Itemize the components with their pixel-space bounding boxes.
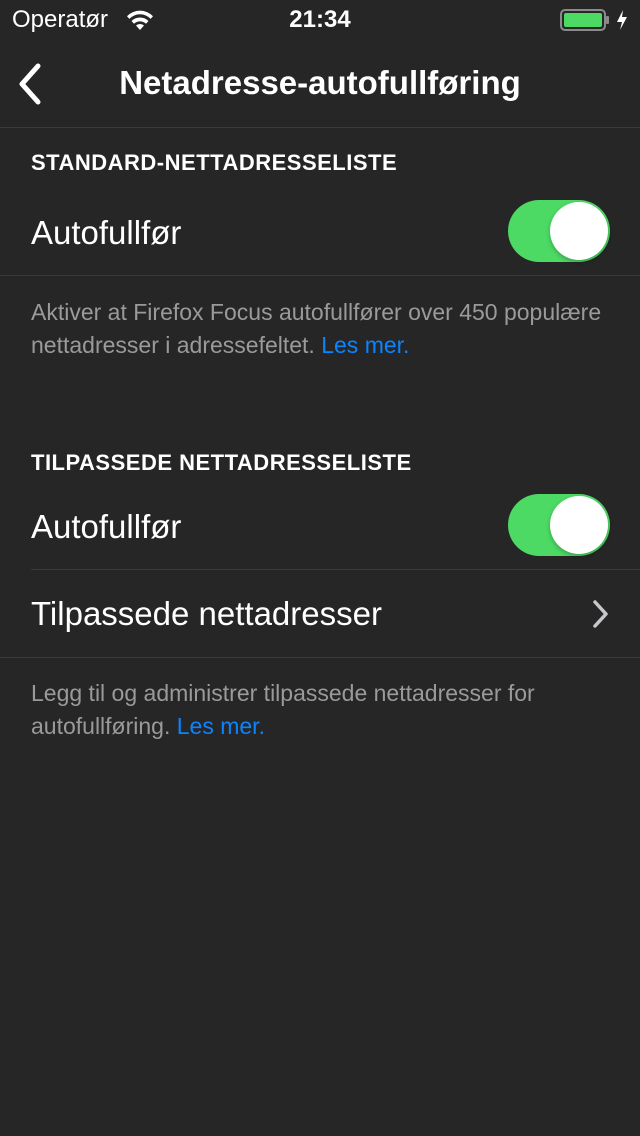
status-bar: Operatør 21:34 xyxy=(0,0,640,40)
toggle-knob xyxy=(550,202,608,260)
section-header-standard: STANDARD-NETTADRESSELISTE xyxy=(31,150,398,175)
chevron-right-icon xyxy=(593,600,608,628)
row-label: Tilpassede nettadresser xyxy=(31,595,382,632)
charging-bolt-icon xyxy=(617,10,627,30)
section-header-custom: TILPASSEDE NETTADRESSELISTE xyxy=(31,450,412,475)
custom-autocomplete-toggle[interactable] xyxy=(508,494,610,556)
toggle-knob xyxy=(550,496,608,554)
autocomplete-settings-screen: Operatør 21:34 Netadresse-autofullføring… xyxy=(0,0,640,1136)
footer-text: Legg til og administrer tilpassede netta… xyxy=(31,680,535,739)
section-footer-standard: Aktiver at Firefox Focus autofullfører o… xyxy=(31,296,611,362)
divider xyxy=(0,275,640,276)
row-custom-autocomplete: Autofullfør xyxy=(0,484,640,570)
divider xyxy=(0,657,640,658)
row-label: Autofullfør xyxy=(31,508,182,545)
footer-text: Aktiver at Firefox Focus autofullfører o… xyxy=(31,299,602,358)
row-label: Autofullfør xyxy=(31,214,182,251)
battery-icon xyxy=(560,9,609,31)
learn-more-link[interactable]: Les mer. xyxy=(177,713,265,739)
navigation-bar: Netadresse-autofullføring xyxy=(0,40,640,128)
section-footer-custom: Legg til og administrer tilpassede netta… xyxy=(31,677,611,743)
row-standard-autocomplete: Autofullfør xyxy=(0,190,640,276)
standard-autocomplete-toggle[interactable] xyxy=(508,200,610,262)
clock: 21:34 xyxy=(289,6,351,33)
page-title: Netadresse-autofullføring xyxy=(119,64,521,101)
custom-urls-row[interactable]: Tilpassede nettadresser xyxy=(0,570,640,657)
learn-more-link[interactable]: Les mer. xyxy=(321,332,409,358)
